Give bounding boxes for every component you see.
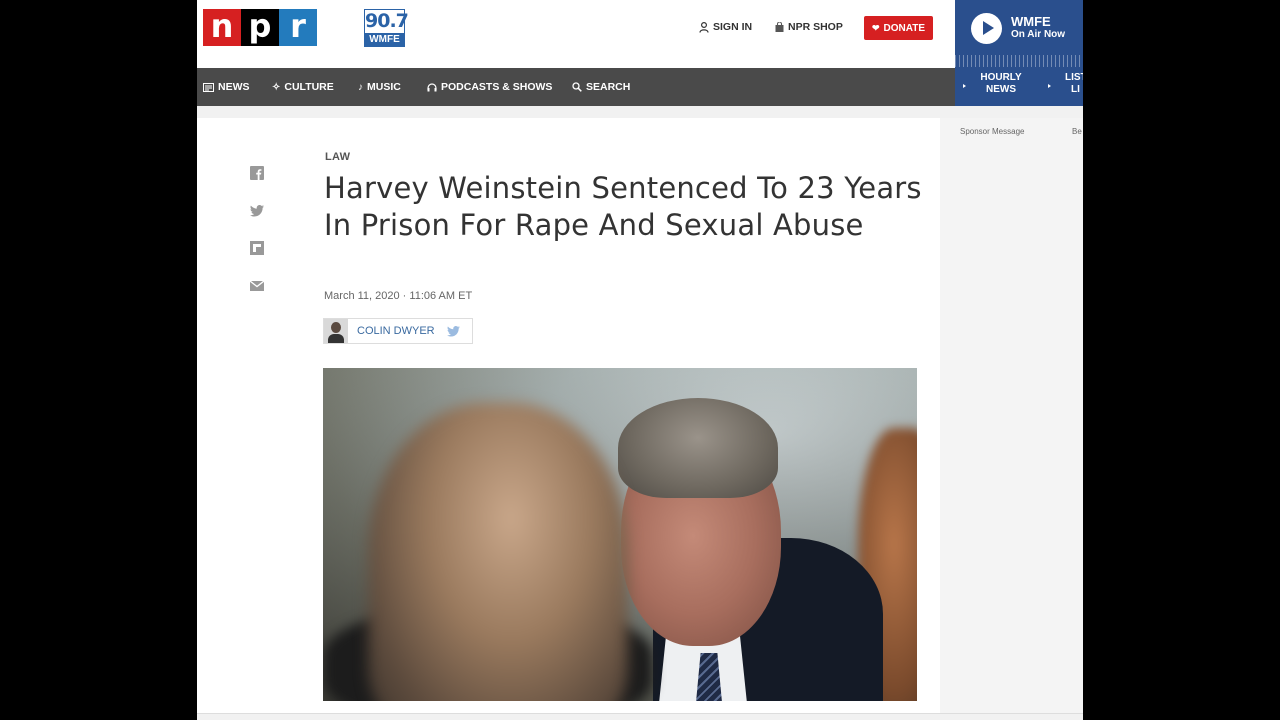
nav-podcasts-shows[interactable]: PODCASTS & SHOWS bbox=[427, 68, 552, 106]
browser-page: n p r 90.7 WMFE SIGN IN NPR SHOP ❤ DONAT… bbox=[197, 0, 1083, 720]
article-body: LAW Harvey Weinstein Sentenced To 23 Yea… bbox=[197, 118, 940, 720]
main-navigation: NEWS ✧ CULTURE ♪ MUSIC PODCASTS & SHOWS … bbox=[197, 68, 955, 106]
twitter-icon[interactable] bbox=[446, 325, 460, 337]
author-name[interactable]: COLIN DWYER bbox=[357, 325, 435, 337]
page-bottom-edge bbox=[197, 713, 1083, 720]
article-lead-photo[interactable] bbox=[323, 368, 917, 701]
donate-button[interactable]: ❤ DONATE bbox=[864, 16, 933, 40]
article-dateline: March 11, 2020 · 11:06 AM ET bbox=[324, 290, 473, 302]
headphones-icon bbox=[427, 82, 437, 91]
logo-letter-n: n bbox=[203, 9, 241, 46]
shopping-bag-icon bbox=[775, 22, 784, 32]
photo-man-hair bbox=[618, 398, 778, 498]
nav-culture-label: CULTURE bbox=[284, 81, 334, 93]
caret-right-icon bbox=[963, 84, 966, 88]
facebook-icon[interactable] bbox=[250, 166, 264, 180]
nav-podcasts-label: PODCASTS & SHOWS bbox=[441, 81, 553, 93]
site-header: n p r 90.7 WMFE SIGN IN NPR SHOP ❤ DONAT… bbox=[197, 0, 955, 68]
donate-label: DONATE bbox=[883, 22, 926, 34]
listen-live-line1: LIST bbox=[1065, 72, 1083, 83]
npr-shop-label: NPR SHOP bbox=[788, 21, 843, 33]
hourly-news-line2: NEWS bbox=[986, 84, 1016, 95]
photo-blurred-woman bbox=[368, 403, 628, 701]
heart-icon: ❤ bbox=[871, 22, 880, 33]
email-icon[interactable] bbox=[249, 278, 265, 292]
news-icon bbox=[203, 82, 214, 92]
search-icon bbox=[572, 82, 582, 92]
audio-waveform bbox=[955, 55, 1083, 67]
article-category[interactable]: LAW bbox=[325, 151, 350, 163]
nav-music-label: MUSIC bbox=[367, 81, 401, 93]
nav-culture[interactable]: ✧ CULTURE bbox=[272, 68, 334, 106]
npr-logo[interactable]: n p r bbox=[203, 9, 317, 46]
sponsor-message-label: Sponsor Message bbox=[960, 127, 1025, 136]
twitter-icon[interactable] bbox=[250, 204, 264, 218]
culture-icon: ✧ bbox=[272, 81, 281, 93]
station-logo[interactable]: 90.7 WMFE bbox=[364, 9, 409, 47]
nav-search[interactable]: SEARCH bbox=[572, 68, 630, 106]
sign-in-link[interactable]: SIGN IN bbox=[699, 21, 752, 33]
nav-music[interactable]: ♪ MUSIC bbox=[358, 68, 401, 106]
music-icon: ♪ bbox=[358, 81, 363, 93]
player-station-name: WMFE bbox=[1011, 14, 1051, 29]
logo-letter-p: p bbox=[241, 9, 279, 46]
npr-shop-link[interactable]: NPR SHOP bbox=[775, 21, 843, 33]
nav-news-label: NEWS bbox=[218, 81, 250, 93]
nav-search-label: SEARCH bbox=[586, 81, 631, 93]
live-radio-player: WMFE On Air Now HOURLY NEWS LIST LI bbox=[955, 0, 1083, 106]
listen-live-button[interactable]: LIST LI bbox=[1051, 72, 1083, 96]
flipboard-icon[interactable] bbox=[250, 241, 264, 255]
user-icon bbox=[699, 21, 709, 33]
nav-news[interactable]: NEWS bbox=[203, 68, 250, 106]
logo-letter-r: r bbox=[279, 9, 317, 46]
play-icon[interactable] bbox=[971, 13, 1002, 44]
listen-live-line2: LI bbox=[1071, 84, 1080, 95]
player-status: On Air Now bbox=[1011, 29, 1066, 40]
sponsor-message-label-right: Be bbox=[1072, 127, 1082, 136]
article-headline: Harvey Weinstein Sentenced To 23 Years I… bbox=[324, 171, 922, 242]
sign-in-label: SIGN IN bbox=[713, 21, 753, 33]
author-avatar bbox=[324, 319, 348, 343]
station-call-sign: WMFE bbox=[365, 33, 404, 46]
sidebar: Sponsor Message Be bbox=[940, 118, 1083, 720]
hourly-news-line1: HOURLY bbox=[980, 72, 1022, 83]
hourly-news-button[interactable]: HOURLY NEWS bbox=[971, 72, 1031, 96]
station-frequency: 90.7 bbox=[365, 10, 409, 32]
author-byline[interactable]: COLIN DWYER bbox=[323, 318, 473, 344]
